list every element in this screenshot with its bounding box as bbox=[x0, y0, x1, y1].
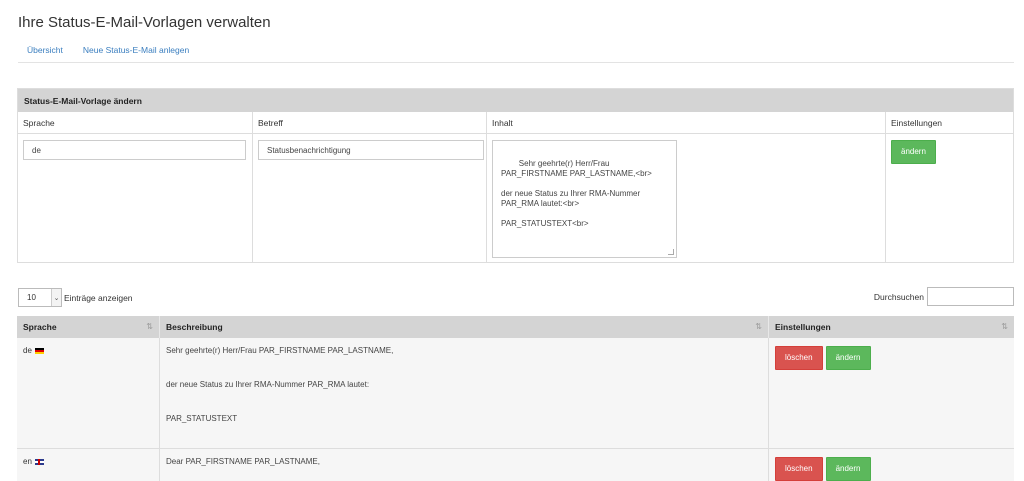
save-change-button[interactable]: ändern bbox=[891, 140, 936, 164]
edit-template-panel: Status-E-Mail-Vorlage ändern Sprache de … bbox=[17, 88, 1014, 263]
delete-button[interactable]: löschen bbox=[775, 457, 823, 481]
row-description-line: Dear PAR_FIRSTNAME PAR_LASTNAME, bbox=[166, 457, 320, 466]
row-language: de bbox=[23, 346, 32, 355]
row-actions-cell: löschen ändern bbox=[769, 338, 1014, 448]
sort-icon: ⇅ bbox=[1001, 322, 1008, 331]
column-header-description[interactable]: Beschreibung ⇅ bbox=[160, 316, 769, 338]
nav-new-email-link[interactable]: Neue Status-E-Mail anlegen bbox=[73, 44, 199, 56]
language-input[interactable]: de bbox=[23, 140, 246, 160]
templates-table: Sprache ⇅ Beschreibung ⇅ Einstellungen ⇅… bbox=[17, 316, 1014, 481]
entries-length-value: 10 bbox=[27, 293, 36, 302]
flag-uk-icon bbox=[34, 458, 44, 465]
row-description-line: der neue Status zu Ihrer RMA-Nummer PAR_… bbox=[166, 380, 370, 389]
sort-icon: ⇅ bbox=[755, 322, 762, 331]
column-header-settings-label: Einstellungen bbox=[775, 322, 831, 332]
top-nav: Übersicht Neue Status-E-Mail anlegen bbox=[18, 44, 199, 56]
row-language: en bbox=[23, 457, 32, 466]
entries-length-select[interactable]: 10 ⌄ bbox=[18, 288, 62, 307]
content-column-label: Inhalt bbox=[487, 112, 885, 134]
row-actions-cell: löschen ändern bbox=[769, 449, 1014, 481]
subject-column: Betreff Statusbenachrichtigung bbox=[253, 112, 487, 262]
row-language-cell: de bbox=[17, 338, 160, 448]
subject-input[interactable]: Statusbenachrichtigung bbox=[258, 140, 484, 160]
search-label: Durchsuchen bbox=[873, 291, 924, 302]
language-column: Sprache de bbox=[18, 112, 253, 262]
chevron-down-icon[interactable]: ⌄ bbox=[51, 289, 61, 306]
edit-panel-heading: Status-E-Mail-Vorlage ändern bbox=[18, 89, 1013, 112]
table-header: Sprache ⇅ Beschreibung ⇅ Einstellungen ⇅ bbox=[17, 316, 1014, 338]
settings-column: Einstellungen ändern bbox=[886, 112, 1013, 262]
entries-length-control: 10 ⌄ Einträge anzeigen bbox=[18, 288, 133, 307]
sort-asc-icon: ⇅ bbox=[146, 322, 153, 331]
column-header-language-label: Sprache bbox=[23, 322, 57, 332]
row-language-cell: en bbox=[17, 449, 160, 481]
column-header-settings[interactable]: Einstellungen ⇅ bbox=[769, 316, 1014, 338]
row-description-cell: Sehr geehrte(r) Herr/Frau PAR_FIRSTNAME … bbox=[160, 338, 769, 448]
row-description-line: PAR_STATUSTEXT bbox=[166, 414, 238, 423]
table-search-control: Durchsuchen bbox=[874, 287, 1014, 306]
subject-column-label: Betreff bbox=[253, 112, 486, 134]
content-column: Inhalt Sehr geehrte(r) Herr/Frau PAR_FIR… bbox=[487, 112, 886, 262]
content-text: Sehr geehrte(r) Herr/Frau PAR_FIRSTNAME … bbox=[501, 159, 652, 228]
content-textarea[interactable]: Sehr geehrte(r) Herr/Frau PAR_FIRSTNAME … bbox=[492, 140, 677, 258]
table-row: en Dear PAR_FIRSTNAME PAR_LASTNAME, lösc… bbox=[17, 449, 1014, 481]
resize-handle-icon[interactable] bbox=[668, 249, 674, 255]
edit-button[interactable]: ändern bbox=[825, 457, 871, 481]
flag-de-icon bbox=[34, 347, 44, 354]
settings-column-label: Einstellungen bbox=[886, 112, 1013, 134]
nav-overview-link[interactable]: Übersicht bbox=[18, 44, 73, 56]
search-input[interactable] bbox=[927, 287, 1014, 306]
language-column-label: Sprache bbox=[18, 112, 252, 134]
entries-length-label: Einträge anzeigen bbox=[64, 292, 133, 303]
nav-divider bbox=[18, 62, 1014, 63]
row-description-line: Sehr geehrte(r) Herr/Frau PAR_FIRSTNAME … bbox=[166, 346, 394, 355]
page-title: Ihre Status-E-Mail-Vorlagen verwalten bbox=[18, 14, 271, 31]
edit-button[interactable]: ändern bbox=[825, 346, 871, 370]
delete-button[interactable]: löschen bbox=[775, 346, 823, 370]
table-row: de Sehr geehrte(r) Herr/Frau PAR_FIRSTNA… bbox=[17, 338, 1014, 449]
row-description-cell: Dear PAR_FIRSTNAME PAR_LASTNAME, bbox=[160, 449, 769, 481]
column-header-description-label: Beschreibung bbox=[166, 322, 223, 332]
column-header-language[interactable]: Sprache ⇅ bbox=[17, 316, 160, 338]
